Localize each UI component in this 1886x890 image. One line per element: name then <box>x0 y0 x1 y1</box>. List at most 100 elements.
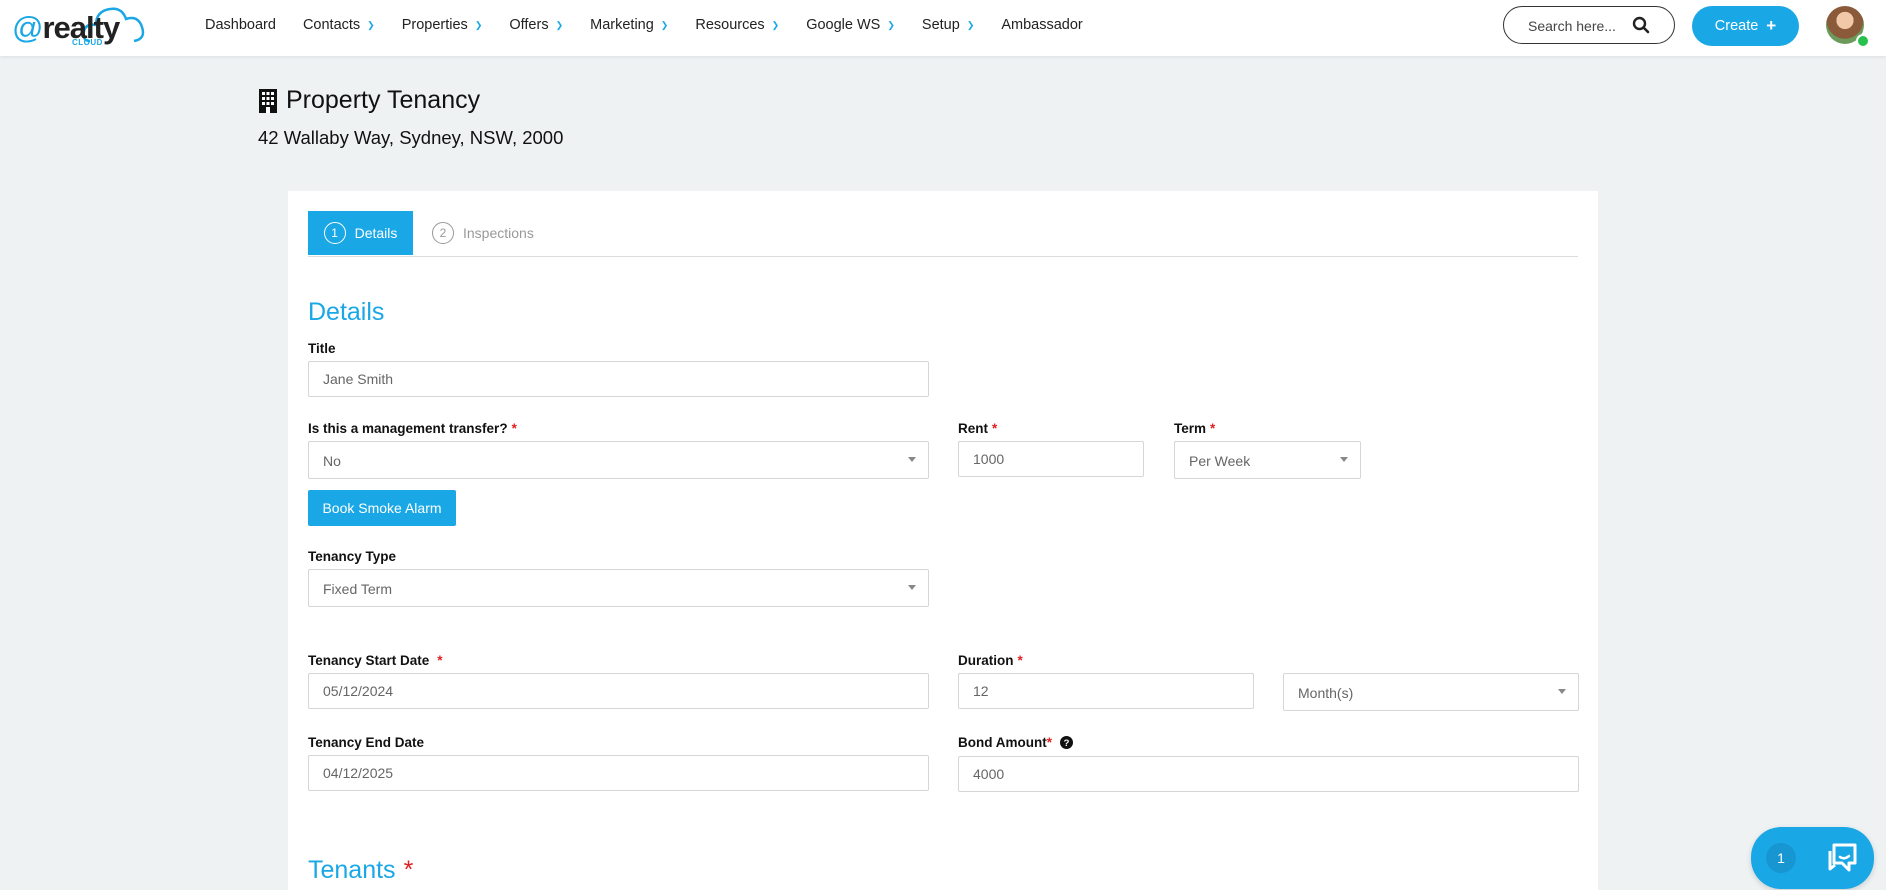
nav-dashboard[interactable]: Dashboard <box>205 17 276 33</box>
plus-icon: + <box>1766 16 1777 35</box>
help-question-icon[interactable]: ? <box>1060 735 1073 749</box>
management-transfer-select[interactable]: No <box>308 441 929 479</box>
tab-label: Inspections <box>463 225 534 241</box>
tenants-heading-text: Tenants <box>308 856 396 884</box>
search-icon[interactable] <box>1632 16 1650 34</box>
duration-label: Duration * <box>958 653 1023 668</box>
select-value: Fixed Term <box>323 581 392 597</box>
dropdown-caret-icon <box>908 457 916 462</box>
chevron-down-icon: ❯ <box>660 19 669 30</box>
required-asterisk: * <box>1046 735 1052 750</box>
required-asterisk: * <box>511 421 517 436</box>
nav-label: Properties <box>401 17 468 33</box>
page-title-text: Property Tenancy <box>286 86 481 114</box>
realty-cloud-logo[interactable]: @realty CLOUD <box>12 0 145 52</box>
svg-text:?: ? <box>1064 738 1070 749</box>
chat-widget-button[interactable]: 1 <box>1751 827 1874 889</box>
book-smoke-alarm-button[interactable]: Book Smoke Alarm <box>308 490 456 526</box>
chevron-down-icon: ❯ <box>887 19 895 30</box>
select-value: Month(s) <box>1298 685 1354 701</box>
title-label: Title <box>308 341 336 356</box>
start-date-input[interactable] <box>323 674 819 708</box>
term-label-text: Term <box>1174 421 1207 436</box>
tenancy-type-label: Tenancy Type <box>308 549 397 564</box>
duration-unit-select[interactable]: Month(s) <box>1283 673 1579 711</box>
chat-icon <box>1828 843 1857 872</box>
tenancy-start-date-field[interactable] <box>308 673 929 709</box>
create-label: Create <box>1714 18 1759 34</box>
page-title: Property Tenancy <box>258 86 480 115</box>
start-date-label-text: Tenancy Start Date <box>308 653 430 668</box>
management-transfer-label-text: Is this a management transfer? <box>308 421 508 436</box>
tenancy-form-card: 1 Details 2 Inspections Details Title Is… <box>288 191 1598 890</box>
bond-label-text: Bond Amount <box>958 735 1047 750</box>
select-value: No <box>323 453 341 469</box>
term-label: Term * <box>1174 421 1215 436</box>
tab-step-number: 2 <box>432 222 454 244</box>
title-field[interactable] <box>308 361 929 397</box>
rent-label: Rent * <box>958 421 997 436</box>
required-asterisk: * <box>403 856 414 884</box>
nav-offers[interactable]: Offers ❯ <box>509 17 563 33</box>
tab-label: Details <box>354 225 398 241</box>
required-asterisk: * <box>992 421 998 436</box>
title-input[interactable] <box>323 362 819 396</box>
nav-label: Setup <box>921 17 960 33</box>
wizard-tabs: 1 Details 2 Inspections <box>308 211 1578 257</box>
chevron-down-icon: ❯ <box>367 19 375 30</box>
nav-label: Marketing <box>590 17 654 33</box>
search-input[interactable] <box>1526 17 1640 35</box>
rent-label-text: Rent <box>958 421 988 436</box>
select-value: Per Week <box>1189 453 1251 469</box>
dropdown-caret-icon <box>1558 689 1566 694</box>
tenancy-type-select[interactable]: Fixed Term <box>308 569 929 607</box>
logo-wordmark: @realty <box>12 10 120 46</box>
duration-field[interactable] <box>958 673 1254 709</box>
term-select[interactable]: Per Week <box>1174 441 1361 479</box>
bond-amount-field[interactable] <box>958 756 1579 792</box>
nav-label: Resources <box>695 17 765 33</box>
dropdown-caret-icon <box>1340 457 1348 462</box>
nav-label: Google WS <box>806 17 881 33</box>
tenancy-start-date-label: Tenancy Start Date * <box>308 653 443 668</box>
bond-amount-input[interactable] <box>973 757 1469 791</box>
end-date-input[interactable] <box>323 756 819 790</box>
tenancy-end-date-label: Tenancy End Date <box>308 735 425 750</box>
property-address: 42 Wallaby Way, Sydney, NSW, 2000 <box>258 127 564 148</box>
rent-field[interactable] <box>958 441 1144 477</box>
chat-unread-count: 1 <box>1766 843 1796 873</box>
logo-subtitle: CLOUD <box>72 38 103 47</box>
nav-google-ws[interactable]: Google WS ❯ <box>806 17 895 33</box>
top-navbar: @realty CLOUD Dashboard Contacts ❯ Proper… <box>0 0 1886 56</box>
dropdown-caret-icon <box>908 585 916 590</box>
nav-label: Ambassador <box>1001 17 1083 33</box>
nav-ambassador[interactable]: Ambassador <box>1001 17 1082 33</box>
required-asterisk: * <box>1017 653 1023 668</box>
chevron-down-icon: ❯ <box>555 19 564 30</box>
building-icon <box>259 88 277 113</box>
nav-label: Offers <box>509 17 549 33</box>
details-section-heading: Details <box>308 298 385 326</box>
required-asterisk: * <box>1210 421 1216 436</box>
nav-setup[interactable]: Setup ❯ <box>922 17 974 33</box>
chevron-down-icon: ❯ <box>966 19 975 30</box>
nav-contacts[interactable]: Contacts ❯ <box>303 17 375 33</box>
tab-step-number: 1 <box>323 222 346 244</box>
nav-label: Dashboard <box>205 17 276 33</box>
chevron-down-icon: ❯ <box>474 19 483 30</box>
tenancy-end-date-field[interactable] <box>308 755 929 791</box>
create-button[interactable]: Create + <box>1692 6 1799 46</box>
duration-input[interactable] <box>973 674 1209 708</box>
nav-resources[interactable]: Resources ❯ <box>695 17 779 33</box>
tenants-section-heading: Tenants * <box>308 856 413 885</box>
tab-inspections[interactable]: 2 Inspections <box>432 211 534 255</box>
management-transfer-label: Is this a management transfer? * <box>308 421 517 436</box>
tab-details[interactable]: 1 Details <box>308 211 413 255</box>
search-box[interactable] <box>1503 6 1675 44</box>
nav-properties[interactable]: Properties ❯ <box>402 17 483 33</box>
logo-at-sign: @ <box>12 10 44 45</box>
nav-marketing[interactable]: Marketing ❯ <box>590 17 668 33</box>
online-status-dot <box>1856 34 1870 48</box>
nav-label: Contacts <box>302 17 361 33</box>
rent-input[interactable] <box>973 442 1121 476</box>
